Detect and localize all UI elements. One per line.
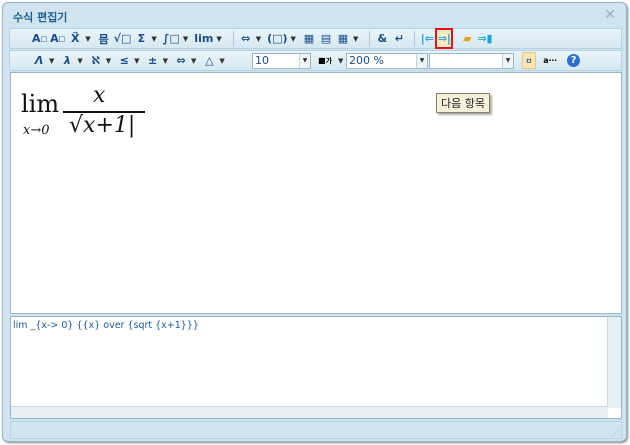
next-item-button[interactable]: ⇒| — [435, 28, 454, 49]
subscript-icon[interactable]: A □ — [50, 30, 65, 47]
vertical-scrollbar[interactable] — [607, 317, 621, 408]
hebrew-icon[interactable]: ℵ — [89, 52, 103, 69]
root-icon[interactable]: √□ — [114, 30, 132, 47]
chevron-down-icon[interactable]: ▼ — [299, 54, 310, 68]
spacing-icon[interactable]: a⋯ — [543, 52, 557, 69]
vector-icon[interactable]: X⃗ — [68, 30, 82, 47]
operator-icon[interactable]: ± — [146, 52, 160, 69]
newline-icon[interactable]: ↵ — [392, 30, 406, 47]
integral-icon[interactable]: ∫□ — [163, 30, 180, 47]
ampersand-icon[interactable]: & — [375, 30, 389, 47]
long-division-icon[interactable]: ⇔ — [239, 30, 253, 47]
equation-editor-window: 수식 편집기 ✕ A □ A □ X⃗ ▼ 믐 √□ Σ ▼ ∫□ ▼ lim ▼ ⇔ ▼ (… — [2, 2, 627, 442]
matrix-icon[interactable]: ▦ — [302, 30, 316, 47]
relation-icon[interactable]: ≤ — [117, 52, 131, 69]
arrow-icon[interactable]: ⇔ — [174, 52, 188, 69]
parentheses-icon[interactable]: (□) — [267, 30, 287, 47]
font-size-select[interactable]: 10 ▼ — [252, 53, 311, 69]
insert-exit-icon[interactable]: ⇒▮ — [477, 30, 492, 47]
denominator: √x+1| — [69, 112, 136, 138]
previous-item-icon[interactable]: |⇐ — [420, 30, 434, 47]
greek-lower-icon[interactable]: λ — [60, 52, 74, 69]
help-icon[interactable]: ? — [567, 54, 580, 67]
lim-text: lim — [21, 90, 60, 118]
zoom-select[interactable]: 200 % ▼ — [346, 53, 428, 69]
sum-icon[interactable]: Σ — [134, 30, 148, 47]
chevron-down-icon[interactable]: ▼ — [416, 54, 427, 68]
font-style-icon[interactable]: ㅁ — [522, 52, 536, 69]
misc-symbol-icon[interactable]: △ — [202, 52, 216, 69]
toolbar-format: Λ ▼ λ ▼ ℵ ▼ ≤ ▼ ± ▼ ⇔ ▼ △ ▼ 10 ▼ ■ 가 ▼ 200 % ▼ ▼ ㅁ… — [9, 50, 622, 71]
color-icon[interactable]: ■ 가 — [318, 52, 332, 69]
superscript-icon[interactable]: A □ — [32, 30, 47, 47]
greek-upper-icon[interactable]: Λ — [32, 52, 46, 69]
open-folder-icon[interactable]: ▰ — [460, 30, 474, 47]
script-text[interactable]: lim _{x-> 0} {{x} over {sqrt {x+1}}} — [13, 320, 199, 331]
resize-grip-icon[interactable]: ⋰ — [611, 429, 619, 438]
fraction-icon[interactable]: 믐 — [97, 30, 111, 47]
chevron-down-icon[interactable]: ▼ — [502, 54, 513, 68]
font-select[interactable]: ▼ — [429, 53, 514, 69]
window-title: 수식 편집기 — [13, 11, 68, 24]
horizontal-scrollbar[interactable] — [11, 406, 608, 418]
equation-preview[interactable] — [10, 72, 622, 314]
toolbar-main: A □ A □ X⃗ ▼ 믐 √□ Σ ▼ ∫□ ▼ lim ▼ ⇔ ▼ (□) ▼ ▦ ▤ ▦… — [9, 28, 622, 49]
lim-subscript: x→0 — [23, 123, 50, 138]
close-icon[interactable]: ✕ — [604, 7, 616, 23]
align-icon[interactable]: ▤ — [319, 30, 333, 47]
equation-script-input[interactable]: lim _{x-> 0} {{x} over {sqrt {x+1}}} — [10, 316, 622, 419]
status-bar: ⋰ — [10, 421, 622, 439]
limit-icon[interactable]: lim — [194, 30, 213, 47]
tooltip: 다음 항목 — [436, 93, 490, 113]
table-icon[interactable]: ▦ — [336, 30, 350, 47]
numerator: x — [93, 83, 106, 108]
